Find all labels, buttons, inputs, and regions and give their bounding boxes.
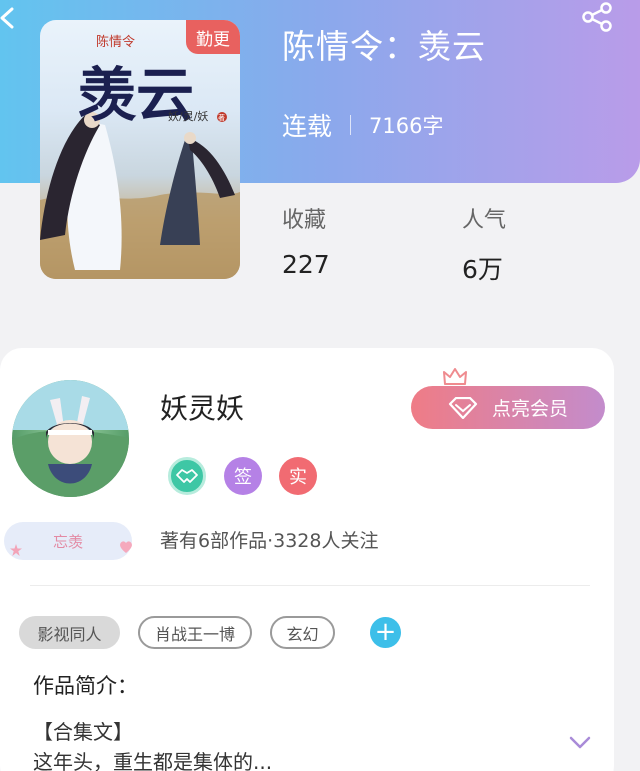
tag-genre[interactable]: 玄幻 (270, 616, 335, 649)
section-divider (30, 585, 590, 586)
intro-line: 这年头，重生都是集体的... (33, 750, 273, 771)
crown-icon (443, 368, 467, 385)
favorites-label: 收藏 (282, 208, 327, 233)
fan-tag[interactable]: 忘羡 (4, 522, 132, 560)
star-icon (10, 544, 22, 556)
tag-category[interactable]: 影视同人 (19, 616, 120, 649)
member-button[interactable]: 点亮会员 (411, 386, 605, 429)
cover-art: 陈情令 羡云 妖/灵/妖 著 (40, 34, 240, 279)
book-title: 陈情令：羡云 (282, 27, 486, 66)
intro-heading: 作品简介： (33, 674, 138, 698)
fan-tag-label: 忘羡 (52, 532, 83, 551)
book-cover[interactable]: 陈情令 羡云 妖/灵/妖 著 勤更 (40, 20, 240, 279)
tag-cp[interactable]: 肖战王一博 (138, 616, 252, 649)
author-stats: 著有6部作品·3328人关注 (160, 530, 379, 552)
cover-series-text: 陈情令 (96, 34, 135, 50)
chevron-down-icon[interactable] (568, 735, 592, 751)
favorites-value: 227 (282, 250, 330, 279)
intro-line: 【合集文】 (33, 720, 133, 744)
book-status-row: 连载 7166字 (282, 108, 443, 142)
status-divider (350, 115, 352, 135)
update-badge: 勤更 (186, 20, 240, 54)
popularity-label: 人气 (462, 208, 507, 233)
add-tag-button[interactable]: + (370, 617, 401, 648)
diamond-icon (448, 396, 478, 419)
favorites-stat: 收藏 227 (282, 202, 330, 279)
heart-icon (120, 541, 132, 553)
popularity-stat: 人气 6万 (462, 202, 506, 286)
word-count: 7166字 (369, 114, 444, 138)
friend-badge[interactable] (168, 457, 206, 495)
popularity-value: 6万 (462, 255, 503, 284)
handshake-icon (176, 469, 198, 483)
member-button-label: 点亮会员 (491, 398, 568, 420)
cover-author-text: 妖/灵/妖 (168, 109, 208, 123)
serial-status: 连载 (282, 112, 333, 141)
cover-author-seal: 著 (218, 113, 225, 122)
avatar-art (12, 380, 129, 497)
author-name[interactable]: 妖灵妖 (160, 387, 244, 427)
back-icon[interactable] (0, 6, 20, 30)
verified-badge[interactable]: 实 (279, 457, 317, 495)
share-icon[interactable] (580, 2, 614, 32)
author-avatar[interactable] (12, 380, 129, 497)
signed-badge[interactable]: 签 (224, 457, 262, 495)
